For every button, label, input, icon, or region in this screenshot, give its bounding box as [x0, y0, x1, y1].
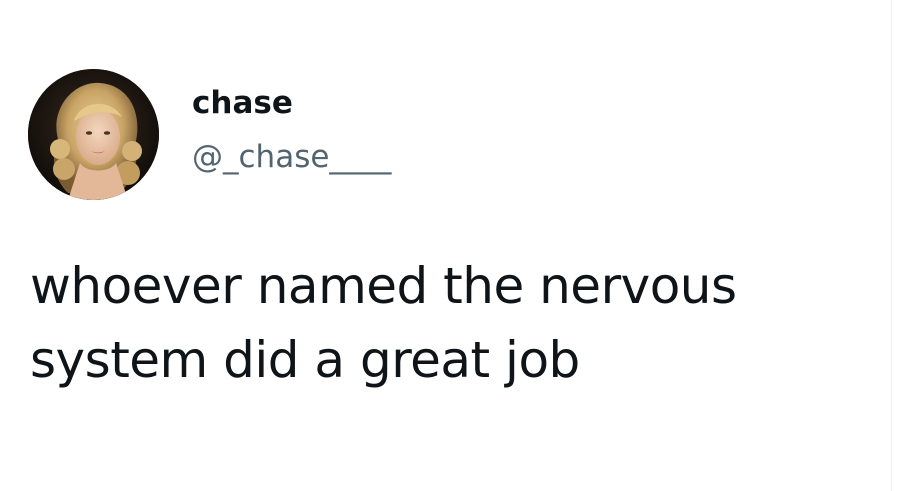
display-name[interactable]: chase — [192, 84, 293, 122]
user-handle[interactable]: @_chase____ — [192, 138, 391, 176]
tweet-card: chase @_chase____ whoever named the nerv… — [0, 0, 900, 491]
tweet-text: whoever named the nervous system did a g… — [30, 257, 737, 389]
profile-photo — [28, 69, 159, 200]
avatar[interactable] — [28, 69, 159, 200]
divider — [891, 0, 892, 491]
